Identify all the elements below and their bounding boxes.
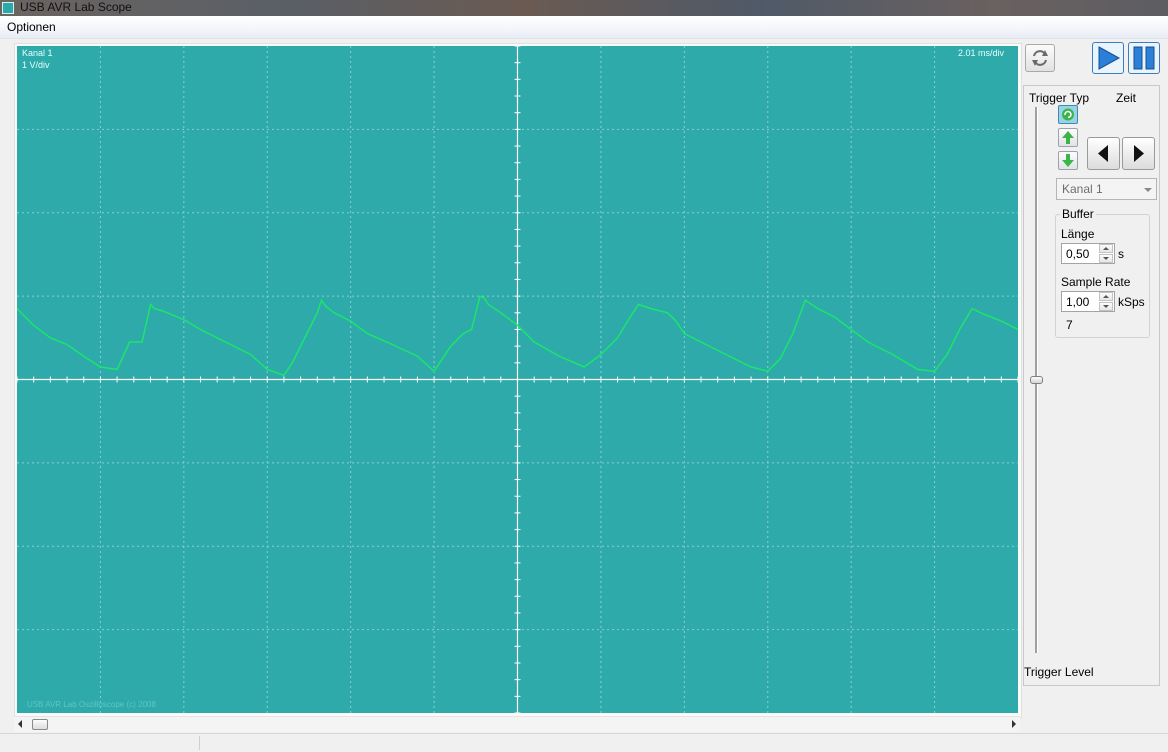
laenge-spinner[interactable]: 0,50 xyxy=(1061,243,1115,264)
laenge-label: Länge xyxy=(1061,227,1095,241)
laenge-value: 0,50 xyxy=(1066,247,1090,261)
buffer-title: Buffer xyxy=(1060,207,1096,221)
window-title-bar: USB AVR Lab Scope xyxy=(0,0,1168,16)
sample-rate-value: 1,00 xyxy=(1066,295,1090,309)
scroll-left-icon[interactable] xyxy=(18,720,22,728)
laenge-unit: s xyxy=(1118,247,1124,261)
play-button[interactable] xyxy=(1092,42,1124,74)
trigger-falling-button[interactable] xyxy=(1058,151,1078,170)
sample-rate-label: Sample Rate xyxy=(1061,275,1131,289)
pause-icon xyxy=(1133,46,1155,70)
channel-select-value: Kanal 1 xyxy=(1062,182,1103,196)
channel-select[interactable]: Kanal 1 xyxy=(1056,178,1157,200)
menu-optionen[interactable]: Optionen xyxy=(7,20,56,34)
trigger-level-label: Trigger Level xyxy=(1024,665,1094,679)
scope-app-icon xyxy=(2,2,14,14)
scope-watermark: USB AVR Lab Oszilloscope (c) 2008 xyxy=(27,700,156,709)
scroll-right-icon[interactable] xyxy=(1012,720,1016,728)
laenge-down-icon[interactable] xyxy=(1099,254,1113,263)
chevron-down-icon xyxy=(1144,188,1152,192)
sample-rate-up-icon[interactable] xyxy=(1099,292,1113,301)
arrow-right-icon xyxy=(1134,145,1144,162)
trigger-level-slider[interactable] xyxy=(1030,376,1043,384)
play-icon xyxy=(1098,46,1121,70)
sample-rate-down-icon[interactable] xyxy=(1099,302,1113,311)
trigger-rising-icon xyxy=(1062,131,1074,144)
trigger-rising-button[interactable] xyxy=(1058,128,1078,147)
status-bar xyxy=(0,733,1168,752)
channel-label: Kanal 1 xyxy=(22,48,53,58)
menu-bar: Optionen xyxy=(0,16,1168,39)
trigger-auto-button[interactable] xyxy=(1058,105,1078,124)
window-title: USB AVR Lab Scope xyxy=(20,0,132,14)
horizontal-scrollbar[interactable] xyxy=(14,716,1020,732)
arrow-left-icon xyxy=(1098,145,1108,162)
refresh-button[interactable] xyxy=(1025,44,1055,72)
laenge-up-icon[interactable] xyxy=(1099,244,1113,253)
trigger-falling-icon xyxy=(1062,154,1074,167)
trigger-typ-label: Trigger Typ xyxy=(1029,91,1090,105)
scope-display: Kanal 1 1 V/div 2.01 ms/div USB AVR Lab … xyxy=(17,46,1018,713)
volts-per-div-label: 1 V/div xyxy=(22,60,50,70)
trigger-auto-icon xyxy=(1062,108,1074,121)
sample-rate-unit: kSps xyxy=(1118,295,1145,309)
control-panel xyxy=(1023,85,1160,686)
time-right-button[interactable] xyxy=(1122,137,1155,170)
time-left-button[interactable] xyxy=(1087,137,1120,170)
refresh-icon xyxy=(1032,50,1048,66)
scroll-thumb[interactable] xyxy=(32,719,48,730)
status-separator xyxy=(199,736,200,750)
time-per-div-label: 2.01 ms/div xyxy=(958,48,1005,58)
pause-button[interactable] xyxy=(1128,42,1160,74)
buffer-count: 7 xyxy=(1066,318,1073,332)
zeit-label: Zeit xyxy=(1116,91,1137,105)
sample-rate-spinner[interactable]: 1,00 xyxy=(1061,291,1115,312)
